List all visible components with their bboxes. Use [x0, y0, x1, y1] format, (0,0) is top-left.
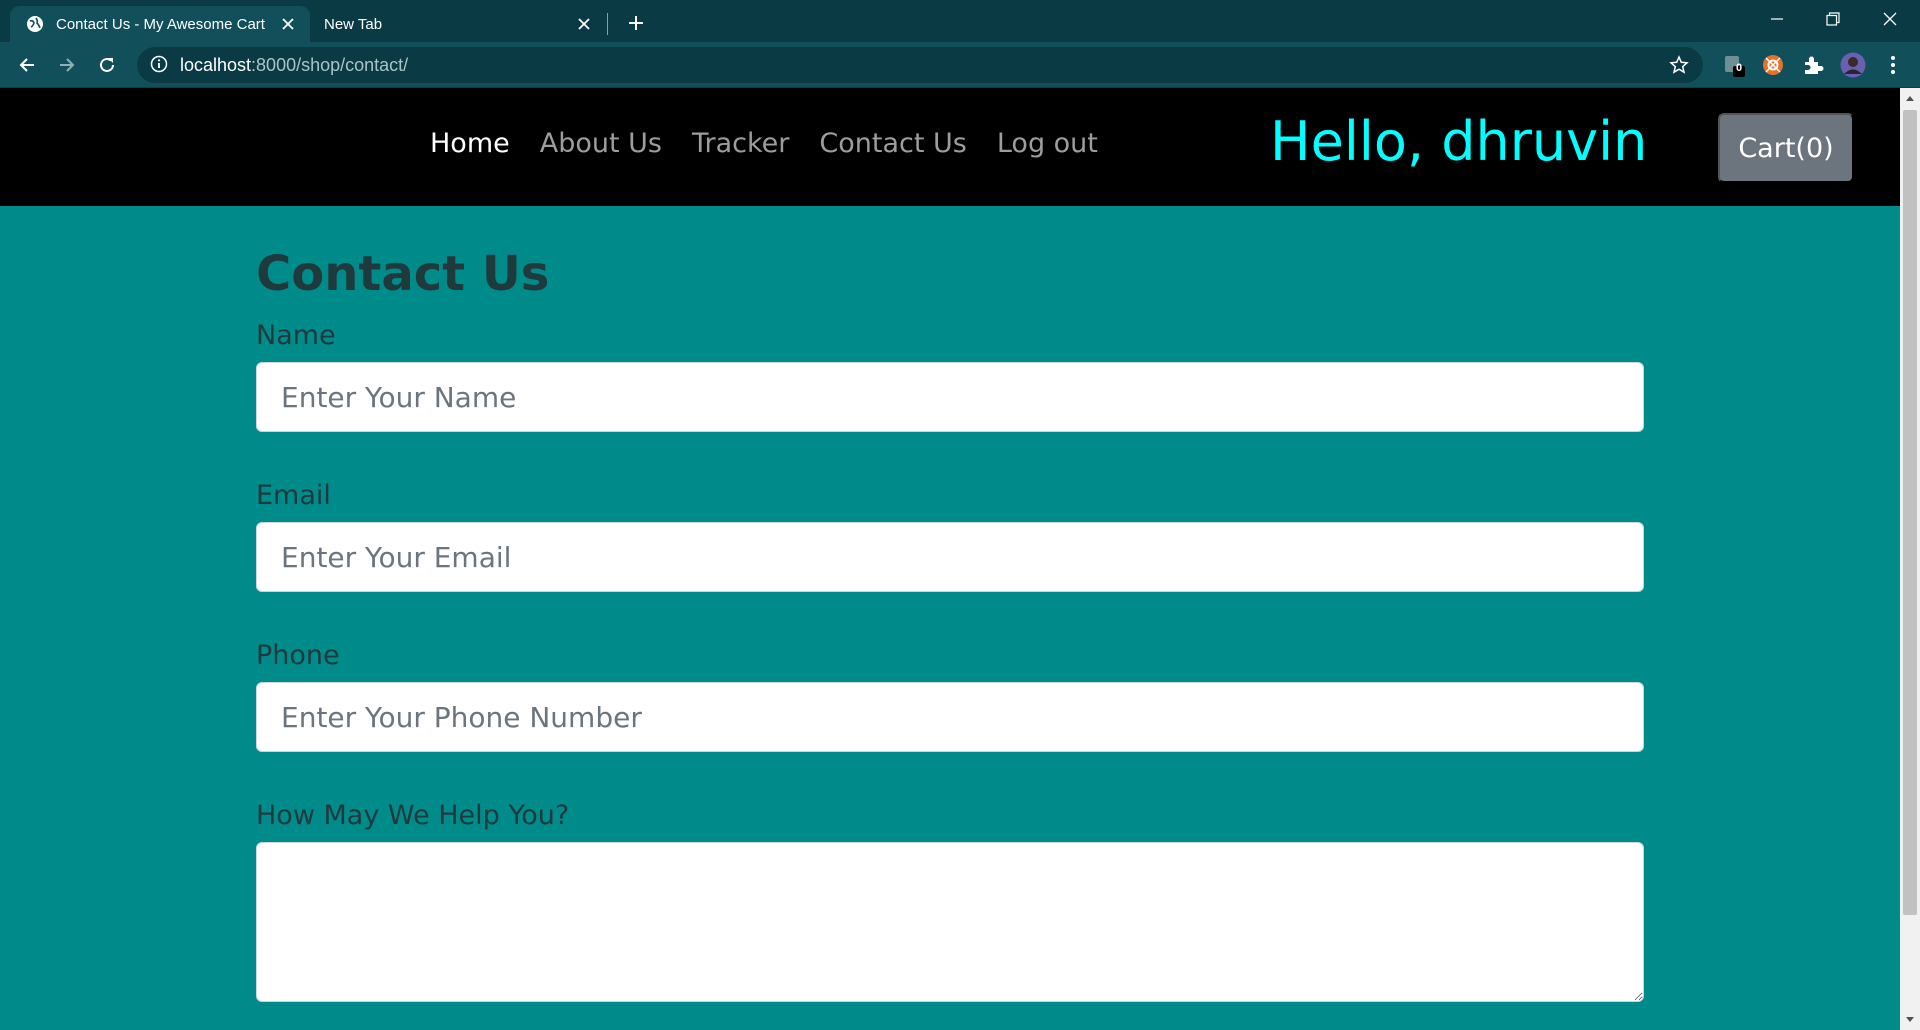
browser-tab-new[interactable]: New Tab [310, 6, 606, 42]
browser-tab-active[interactable]: Contact Us - My Awesome Cart [10, 6, 310, 42]
forward-button[interactable] [51, 49, 83, 81]
extension-orange-button[interactable] [1759, 51, 1787, 79]
globe-icon [26, 15, 44, 33]
puzzle-icon [1805, 56, 1824, 74]
tab-title: New Tab [324, 15, 383, 33]
tab-title: Contact Us - My Awesome Cart [56, 15, 265, 33]
bookmark-star-icon[interactable] [1669, 55, 1689, 75]
address-bar[interactable]: localhost:8000/shop/contact/ [137, 47, 1703, 83]
browser-tab-strip: Contact Us - My Awesome Cart New Tab [0, 0, 1920, 42]
restore-button[interactable] [1805, 0, 1861, 38]
minimize-icon [1771, 18, 1783, 20]
close-icon [1883, 12, 1897, 26]
close-icon[interactable] [278, 14, 298, 34]
page-title: Contact Us [256, 246, 550, 302]
profile-avatar-button[interactable] [1839, 51, 1867, 79]
info-icon[interactable] [150, 55, 170, 75]
email-input[interactable] [256, 522, 1644, 592]
extension-badge-button[interactable]: 0 [1719, 51, 1747, 79]
vertical-scrollbar[interactable] [1900, 88, 1920, 1030]
nav-link-log-out[interactable]: Log out [997, 128, 1098, 159]
scroll-up-arrow-icon[interactable] [1900, 88, 1920, 108]
reload-icon [100, 57, 114, 72]
user-greeting: Hello, dhruvin [1270, 110, 1648, 173]
nav-link-contact-us[interactable]: Contact Us [819, 128, 966, 159]
site-navbar: Home About Us Tracker Contact Us Log out… [0, 88, 1900, 206]
name-label: Name [256, 320, 336, 351]
scrollbar-thumb[interactable] [1903, 110, 1917, 915]
help-label: How May We Help You? [256, 800, 570, 831]
nav-link-home[interactable]: Home [430, 128, 510, 159]
restore-icon [1826, 12, 1840, 26]
plus-icon [629, 16, 643, 30]
new-tab-button[interactable] [622, 9, 650, 37]
extension-orange-icon [1763, 55, 1783, 75]
close-window-button[interactable] [1862, 0, 1918, 38]
cart-button[interactable]: Cart(0) [1718, 113, 1854, 183]
help-textarea[interactable] [256, 842, 1644, 1002]
tab-separator [607, 13, 608, 35]
back-button[interactable] [11, 49, 43, 81]
arrow-left-icon [19, 58, 34, 72]
phone-label: Phone [256, 640, 340, 671]
url-path: :8000/shop/contact/ [251, 54, 409, 75]
browser-menu-button[interactable] [1879, 51, 1907, 79]
nav-links: Home About Us Tracker Contact Us Log out [430, 128, 1128, 159]
nav-link-about-us[interactable]: About Us [540, 128, 662, 159]
kebab-menu-icon [1891, 56, 1895, 74]
close-icon[interactable] [574, 14, 594, 34]
reload-button[interactable] [91, 49, 123, 81]
email-label: Email [256, 480, 331, 511]
phone-input[interactable] [256, 682, 1644, 752]
minimize-button[interactable] [1749, 0, 1805, 38]
url-host: localhost [180, 54, 252, 75]
extension-badge-count: 0 [1736, 62, 1743, 74]
web-page: Home About Us Tracker Contact Us Log out… [0, 88, 1900, 1030]
scroll-down-arrow-icon[interactable] [1900, 1010, 1920, 1030]
browser-toolbar: localhost:8000/shop/contact/ 0 [0, 42, 1920, 88]
name-input[interactable] [256, 362, 1644, 432]
nav-link-tracker[interactable]: Tracker [692, 128, 789, 159]
arrow-right-icon [60, 58, 75, 72]
url-text[interactable]: localhost:8000/shop/contact/ [180, 55, 408, 76]
extensions-menu-button[interactable] [1799, 51, 1827, 79]
avatar-icon [1840, 52, 1866, 78]
